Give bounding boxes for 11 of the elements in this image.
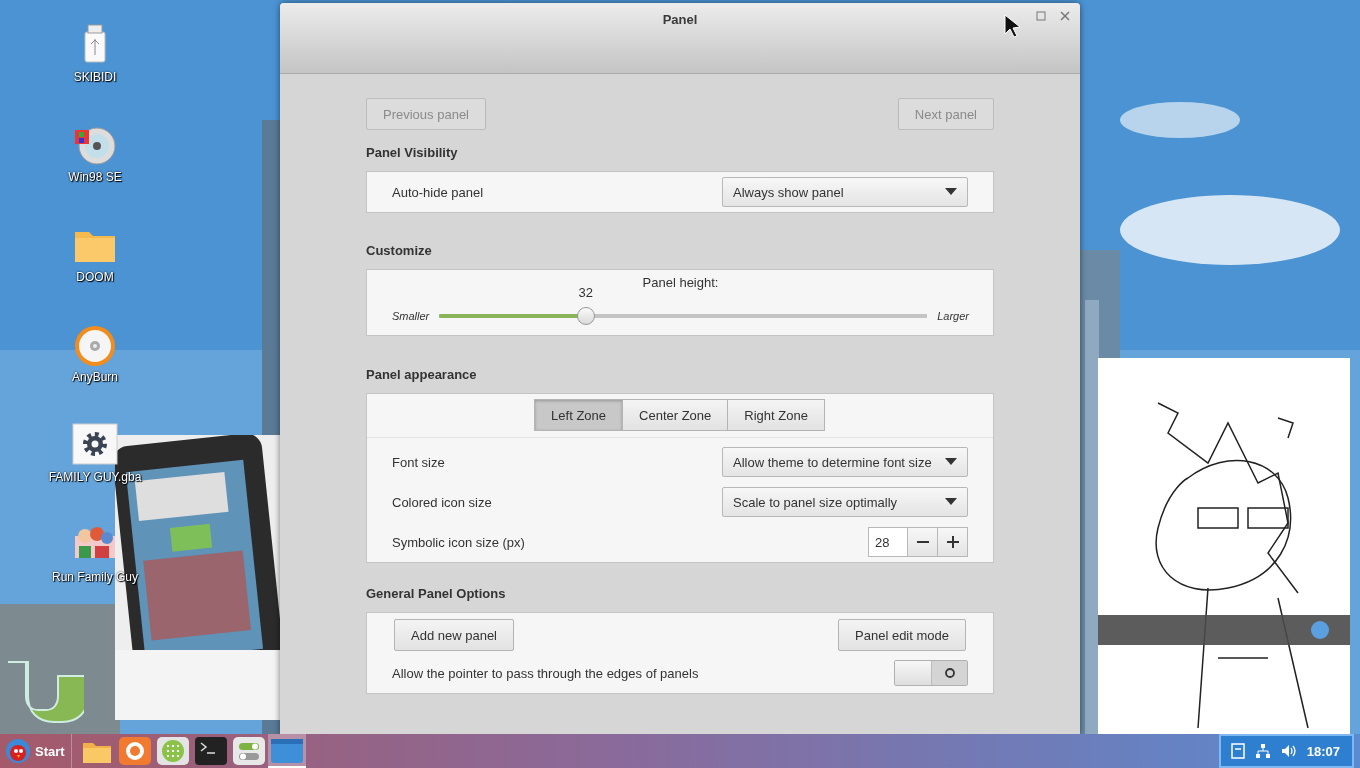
network-icon[interactable] [1254,743,1271,759]
clock[interactable]: 18:07 [1306,743,1340,759]
taskbar-button[interactable] [267,734,306,768]
app-grid-icon [154,735,191,767]
start-button[interactable]: Start [0,734,72,768]
browser-icon [116,735,153,767]
bird-icon [5,738,31,764]
toggle-icon [230,735,267,767]
volume-icon[interactable] [1280,743,1297,759]
notes-icon[interactable] [1230,743,1245,759]
terminal-icon [192,735,229,767]
